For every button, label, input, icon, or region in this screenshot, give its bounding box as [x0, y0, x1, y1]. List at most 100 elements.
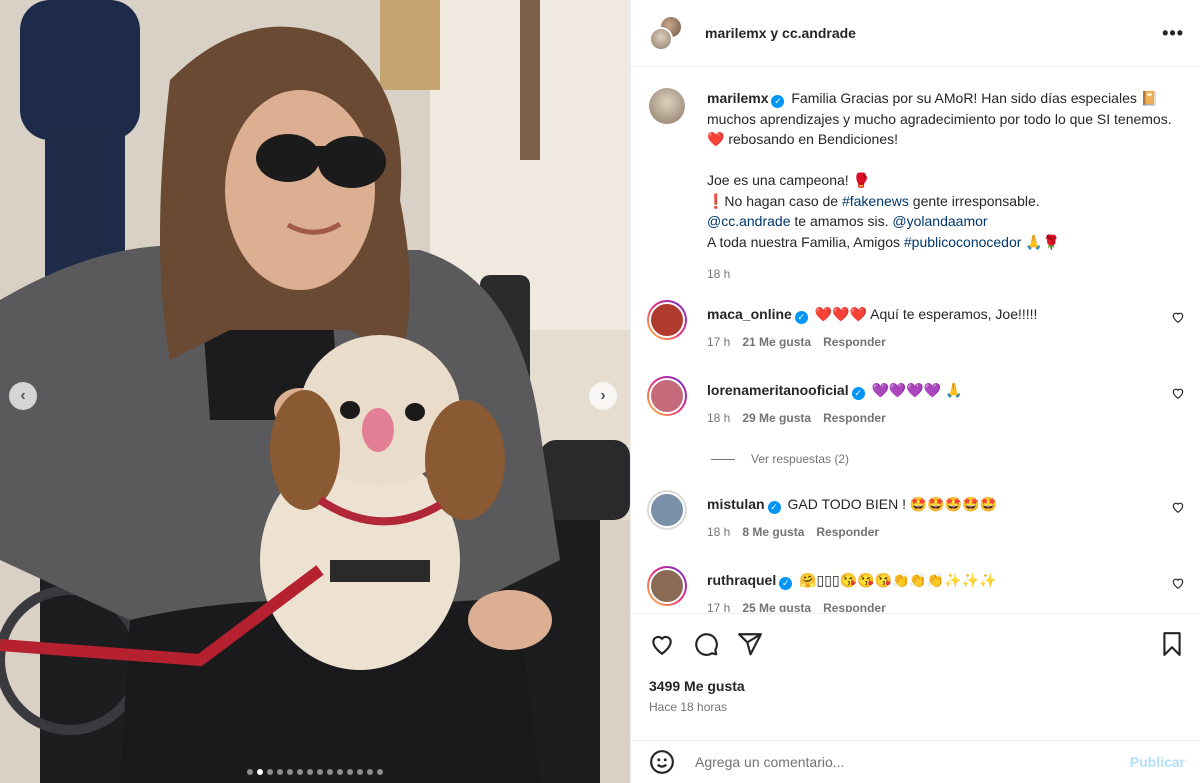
caption-time[interactable]: 18 h [707, 267, 730, 281]
comment-likes[interactable]: 29 Me gusta [742, 411, 811, 425]
posted-time[interactable]: Hace 18 horas [649, 700, 1185, 714]
caption-line: te amamos sis. [790, 213, 893, 229]
caption-line: gente irresponsable. [908, 192, 1040, 209]
caption-line: A toda nuestra Familia, Amigos [707, 233, 904, 250]
view-replies-button[interactable]: Ver respuestas (2) [711, 452, 849, 466]
carousel-dot [247, 769, 253, 775]
caption: marilemx ✓ Familia Gracias por su AMoR! H… [631, 68, 1200, 285]
avatar[interactable] [647, 376, 687, 416]
heart-icon[interactable] [649, 631, 675, 657]
comment-username[interactable]: lorenameritanooficial [707, 382, 849, 398]
action-icons [649, 630, 1185, 658]
comment-time[interactable]: 17 h [707, 601, 730, 612]
more-icon[interactable]: ••• [1162, 23, 1184, 44]
heart-icon[interactable] [1171, 576, 1185, 590]
avatar [649, 27, 673, 51]
comment-time[interactable]: 18 h [707, 411, 730, 425]
verified-icon: ✓ [794, 311, 808, 324]
carousel-prev-button[interactable]: ‹ [9, 382, 37, 410]
comment-likes[interactable]: 25 Me gusta [742, 601, 811, 612]
carousel-dot [367, 769, 373, 775]
carousel-dot [277, 769, 283, 775]
comment-text: 💜💜💜💜 🙏 [871, 382, 963, 398]
heart-icon[interactable] [1171, 310, 1185, 324]
caption-text: marilemx ✓ Familia Gracias por su AMoR! H… [707, 88, 1177, 285]
carousel-next-button[interactable]: › [589, 382, 617, 410]
comment-likes[interactable]: 21 Me gusta [742, 335, 811, 349]
carousel-dot [317, 769, 323, 775]
avatar-image [649, 378, 685, 414]
comment-meta: 18 h 29 Me gusta Responder [707, 408, 1171, 428]
avatar[interactable] [649, 88, 685, 124]
comment-text: GAD TODO BIEN ! 🤩🤩🤩🤩🤩 [787, 496, 998, 512]
comment-username[interactable]: maca_online [707, 306, 792, 322]
carousel-dot [257, 769, 263, 775]
likes-count[interactable]: 3499 Me gusta [649, 678, 1185, 694]
reply-button[interactable]: Responder [823, 601, 886, 612]
view-replies-label: Ver respuestas (2) [751, 452, 850, 466]
post-photo: ‹ › [0, 0, 630, 783]
comment-time[interactable]: 17 h [707, 335, 730, 349]
chevron-right-icon: › [600, 387, 606, 404]
comment-body: lorenameritanooficial ✓ 💜💜💜💜 🙏 18 h 29 Me … [707, 376, 1171, 428]
comment-icon[interactable] [693, 631, 719, 657]
collab-avatars[interactable] [649, 15, 685, 51]
comment-meta: 17 h 21 Me gusta Responder [707, 332, 1171, 352]
publish-button[interactable]: Publicar [1130, 754, 1185, 770]
comment-body: maca_online ✓ ❤️❤️❤️ Aquí te esperamos, J… [707, 300, 1171, 352]
caption-meta: 18 h [707, 264, 1177, 285]
carousel-dots [0, 769, 630, 775]
heart-icon[interactable] [1171, 500, 1185, 514]
comment-text: 🤗▯▯▯😘😘😘👏👏👏✨✨✨ [799, 572, 997, 588]
avatar-image [649, 302, 685, 338]
comment-body: mistulan ✓ GAD TODO BIEN ! 🤩🤩🤩🤩🤩 18 h 8 Me… [707, 490, 1171, 542]
hashtag-link[interactable]: #publicoconocedor [904, 234, 1022, 250]
comment-meta: 17 h 25 Me gusta Responder [707, 598, 1171, 612]
post-header: marilemx y cc.andrade ••• [631, 0, 1200, 67]
avatar[interactable] [647, 490, 687, 530]
avatar[interactable] [647, 300, 687, 340]
comments-scroll[interactable]: marilemx ✓ Familia Gracias por su AMoR! H… [631, 68, 1200, 612]
comment-username[interactable]: ruthraquel [707, 572, 776, 588]
add-comment-bar: Publicar [631, 740, 1200, 783]
divider [711, 458, 735, 460]
header-title[interactable]: marilemx y cc.andrade [705, 25, 1162, 41]
comment-time[interactable]: 18 h [707, 525, 730, 539]
share-icon[interactable] [737, 631, 763, 657]
comment-body: ruthraquel ✓ 🤗▯▯▯😘😘😘👏👏👏✨✨✨ 17 h 25 Me gust… [707, 566, 1171, 612]
caption-line: 🙏🌹 [1021, 233, 1061, 250]
save-icon[interactable] [1159, 631, 1185, 657]
carousel-dot [337, 769, 343, 775]
photo-illustration [0, 0, 630, 783]
carousel-dot [377, 769, 383, 775]
caption-username[interactable]: marilemx [707, 90, 768, 106]
chevron-left-icon: ‹ [20, 387, 26, 404]
mention-link[interactable]: @yolandaamor [892, 213, 987, 229]
comment-input[interactable] [695, 754, 1130, 770]
avatar[interactable] [647, 566, 687, 606]
post-panel: marilemx y cc.andrade ••• marilemx ✓ Fami… [630, 0, 1200, 783]
reply-button[interactable]: Responder [823, 411, 886, 425]
carousel-dot [267, 769, 273, 775]
emoji-icon[interactable] [649, 749, 675, 775]
carousel-dot [307, 769, 313, 775]
carousel-dot [357, 769, 363, 775]
verified-icon: ✓ [851, 387, 865, 400]
carousel-dot [297, 769, 303, 775]
comment-item: lorenameritanooficial ✓ 💜💜💜💜 🙏 18 h 29 Me … [631, 376, 1200, 428]
reply-button[interactable]: Responder [816, 525, 879, 539]
reply-button[interactable]: Responder [823, 335, 886, 349]
carousel-dot [287, 769, 293, 775]
mention-link[interactable]: @cc.andrade [707, 213, 790, 229]
carousel-dot [347, 769, 353, 775]
comment-item: mistulan ✓ GAD TODO BIEN ! 🤩🤩🤩🤩🤩 18 h 8 Me… [631, 490, 1200, 542]
post-actions: 3499 Me gusta Hace 18 horas [631, 613, 1200, 714]
avatar-image [649, 568, 685, 604]
hashtag-link[interactable]: #fakenews [842, 193, 909, 209]
heart-icon[interactable] [1171, 386, 1185, 400]
comment-item: maca_online ✓ ❤️❤️❤️ Aquí te esperamos, J… [631, 300, 1200, 352]
verified-icon: ✓ [779, 577, 793, 590]
comment-username[interactable]: mistulan [707, 496, 765, 512]
carousel-dot [327, 769, 333, 775]
comment-likes[interactable]: 8 Me gusta [742, 525, 804, 539]
